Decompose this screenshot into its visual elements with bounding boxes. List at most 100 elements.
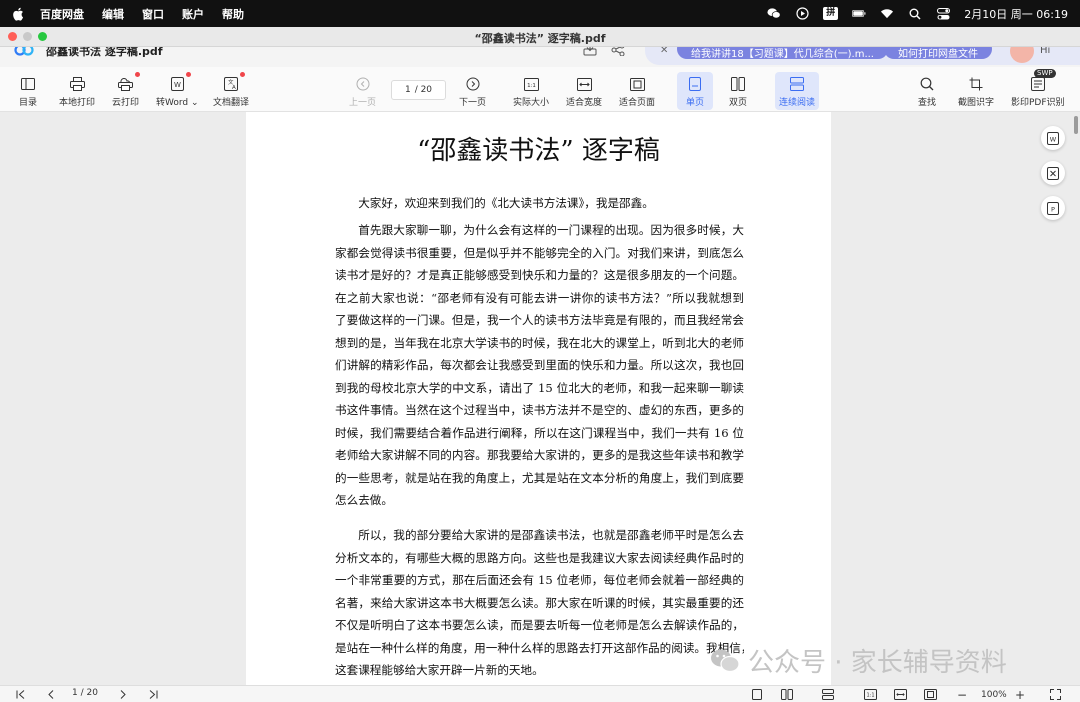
menu-edit[interactable]: 编辑 <box>102 6 124 22</box>
promo-suggestion-button[interactable]: 给我讲讲18【习题课】代几综合(一).m... <box>677 47 888 60</box>
pdf-ocr-icon <box>1030 76 1046 92</box>
fullscreen-icon[interactable] <box>1050 688 1061 701</box>
spotlight-search-icon[interactable] <box>908 7 922 21</box>
window-titlebar: “邵鑫读书法” 逐字稿.pdf <box>0 27 1080 47</box>
convert-to-word-button[interactable]: W 转Word ⌄ <box>156 72 199 112</box>
paragraph-line: 了要做这样的一门课。但是，我一个人的读书方法毕竟是有限的，而且我经常会 <box>335 313 744 327</box>
svg-text:1:1: 1:1 <box>527 83 536 89</box>
double-page-button[interactable]: 双页 <box>729 76 747 112</box>
fit-page-button[interactable]: 适合页面 <box>619 76 655 112</box>
svg-text:1:1: 1:1 <box>866 693 874 699</box>
cloud-print-badge <box>134 72 140 77</box>
wifi-icon[interactable] <box>880 7 894 21</box>
to-word-badge <box>186 72 192 77</box>
zoom-level[interactable]: 100% <box>981 688 1007 701</box>
paragraph-line: 所以，我的部分要给大家讲的是邵鑫读书法，也就是邵鑫老师平时是怎么去 <box>358 528 744 542</box>
next-page-button[interactable]: 下一页 <box>459 76 486 112</box>
zoom-out-icon[interactable]: − <box>957 688 967 702</box>
single-page-button[interactable]: 单页 <box>677 72 713 110</box>
fit-width-button[interactable]: 适合宽度 <box>566 76 602 112</box>
single-page-icon <box>687 76 703 92</box>
find-button[interactable]: 查找 <box>918 76 936 112</box>
local-print-button[interactable]: 本地打印 <box>59 76 95 112</box>
status-double-page-icon[interactable] <box>781 688 793 701</box>
actual-size-button[interactable]: 1:1 实际大小 <box>513 76 549 112</box>
convert-ppt-float-button[interactable]: P <box>1041 196 1065 220</box>
status-single-page-icon[interactable] <box>752 688 762 701</box>
play-circle-icon[interactable] <box>795 7 809 21</box>
convert-excel-float-button[interactable] <box>1041 161 1065 185</box>
pdf-ocr-button[interactable]: 影印PDF识别 <box>1011 76 1065 112</box>
promo-close-icon[interactable]: ✕ <box>660 47 668 56</box>
paragraph-line: 一个非常重要的方式，那在后面还会有 15 位老师，每位老师会就着一部经典的 <box>335 573 744 587</box>
status-page-current: 1 <box>72 688 78 698</box>
baidu-netdisk-logo-icon <box>14 47 34 56</box>
crop-icon <box>968 76 984 92</box>
status-continuous-icon[interactable] <box>822 688 834 701</box>
paragraph-line: 在之前大家也说：“邵老师有没有可能去讲一讲你的读书方法？”所以我就想到 <box>335 290 744 305</box>
paragraph-line: 不仅是听明白了这本书要怎么读，而是要去听每一位老师是怎么去解读作品的， <box>335 618 744 632</box>
menu-account[interactable]: 账户 <box>182 6 204 22</box>
screenshot-ocr-button[interactable]: 截图识字 <box>958 76 994 112</box>
menubar-clock[interactable]: 2月10日 周一 06:19 <box>964 6 1068 22</box>
translate-icon: 文A <box>223 72 245 92</box>
paragraph-line: 读书才是好的？才是真正能够感受到快乐和力量的？这是很多朋友的一个问题。 <box>335 268 744 282</box>
document-paragraph: 首先跟大家聊一聊，为什么会有这样的一门课程的出现。因为很多时候，大 家都会觉得读书… <box>335 219 744 512</box>
next-page-icon <box>465 76 481 92</box>
continuous-reading-button[interactable]: 连续阅读 <box>775 72 819 110</box>
sidebar-toc-icon <box>20 76 36 92</box>
prev-page-button[interactable]: 上一页 <box>349 76 376 112</box>
next-page-small-icon[interactable] <box>119 688 127 701</box>
prev-page-icon <box>355 76 371 92</box>
paragraph-line: 想到的是，当年我在北京大学读书的时候，我在北大的课堂上，听到北大的老师 <box>335 335 744 350</box>
search-icon <box>919 76 935 92</box>
printer-icon <box>69 76 85 92</box>
svg-text:A: A <box>232 85 236 91</box>
page-number-input[interactable]: 1 / 20 <box>391 80 446 100</box>
menu-app-name[interactable]: 百度网盘 <box>40 6 84 22</box>
word-file-icon: W <box>169 72 192 92</box>
menu-window[interactable]: 窗口 <box>142 6 164 22</box>
page-current: 1 <box>404 85 411 95</box>
cloud-print-button[interactable]: 云打印 <box>112 72 140 112</box>
zoom-in-icon[interactable]: + <box>1015 688 1025 702</box>
apple-icon[interactable] <box>12 7 26 21</box>
document-viewport[interactable]: “邵鑫读书法” 逐字稿 大家好，欢迎来到我们的《北大读书方法课》，我是邵鑫。首先… <box>0 112 1080 685</box>
actual-size-icon: 1:1 <box>523 76 539 92</box>
watermark-text: 公众号 · 家长辅导资料 <box>748 648 1007 678</box>
pdf-toolbar: 目录 本地打印 云打印 W 转Word ⌄ 文A 文档翻译 上一页 1 / 20… <box>0 67 1080 112</box>
wechat-icon[interactable] <box>767 7 781 21</box>
wechat-watermark-icon <box>711 649 740 672</box>
floating-convert-tools: W P <box>1041 126 1067 220</box>
battery-icon[interactable] <box>852 7 866 21</box>
last-page-icon[interactable] <box>148 688 158 701</box>
translate-badge <box>240 72 245 77</box>
toc-button[interactable]: 目录 <box>19 76 37 112</box>
convert-word-float-button[interactable]: W <box>1041 126 1065 150</box>
paragraph-line: 老师给大家讲解不同的内容。那我要给大家讲的，更多的是我这些年读书和教学 <box>335 448 744 462</box>
input-method-indicator[interactable]: 拼 <box>823 7 839 20</box>
vertical-scrollbar[interactable] <box>1074 116 1078 134</box>
document-title: “邵鑫读书法” 逐字稿 <box>417 136 660 166</box>
status-bar: 1 / 20 1:1 − 100% + <box>0 685 1080 702</box>
paragraph-line: 的一些思考，就是站在我的角度上，尤其是站在文本分析的角度上，我们到底要 <box>335 470 744 485</box>
translate-document-button[interactable]: 文A 文档翻译 <box>213 72 249 112</box>
double-page-icon <box>730 76 746 92</box>
status-fit-width-icon[interactable] <box>894 688 907 701</box>
paragraph-line: 怎么去做。 <box>335 493 393 507</box>
menu-help[interactable]: 帮助 <box>222 6 244 22</box>
status-actual-size-icon[interactable]: 1:1 <box>864 688 877 701</box>
download-icon[interactable] <box>583 47 597 56</box>
share-icon[interactable] <box>611 47 625 56</box>
first-page-icon[interactable] <box>16 688 26 701</box>
status-fit-page-icon[interactable] <box>924 688 937 701</box>
promo-print-help-button[interactable]: 如何打印网盘文件 <box>884 47 992 60</box>
word-icon: W <box>1047 131 1059 145</box>
excel-icon <box>1047 166 1059 180</box>
prev-page-small-icon[interactable] <box>47 688 55 701</box>
document-paragraph: 大家好，欢迎来到我们的《北大读书方法课》，我是邵鑫。 <box>335 192 744 215</box>
tab-document-title[interactable]: 邵鑫读书法 逐字稿.pdf <box>46 47 163 59</box>
control-center-icon[interactable] <box>936 7 950 21</box>
assistant-greeting[interactable]: Hi <box>1040 47 1050 56</box>
paragraph-line: 首先跟大家聊一聊，为什么会有这样的一门课程的出现。因为很多时候，大 <box>358 223 744 237</box>
